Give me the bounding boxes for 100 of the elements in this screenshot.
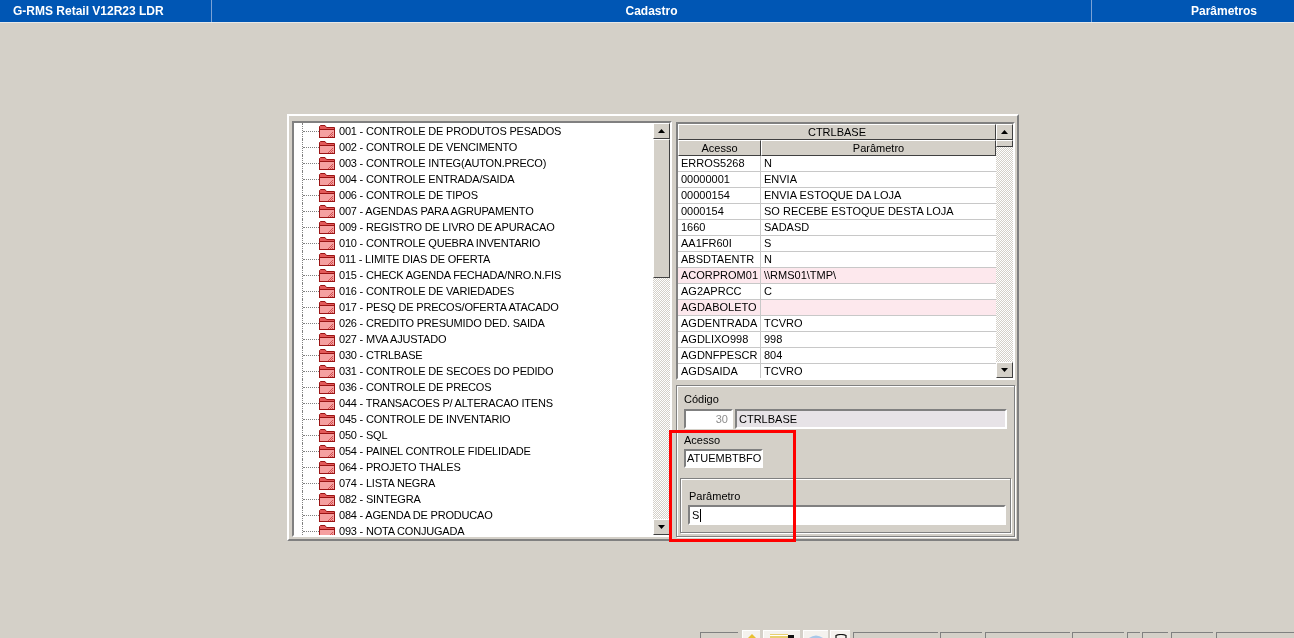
folder-icon bbox=[319, 124, 335, 138]
status-panel bbox=[940, 632, 982, 638]
table-cell-text: \\RMS01\TMP\ bbox=[764, 268, 837, 284]
table-row[interactable]: AGDNFPESCR 804 bbox=[678, 348, 996, 364]
input-field[interactable]: ATUEMBTBFO bbox=[684, 449, 763, 468]
table-row[interactable]: ACORPROM01 \\RMS01\TMP\ bbox=[678, 268, 996, 284]
table-cell-text: ABSDTAENTR bbox=[681, 252, 755, 268]
folder-icon bbox=[319, 492, 335, 506]
tree-item[interactable]: 027 - MVA AJUSTADO bbox=[338, 332, 448, 346]
tree-item[interactable]: 082 - SINTEGRA bbox=[338, 492, 422, 506]
tree-item[interactable]: 002 - CONTROLE DE VENCIMENTO bbox=[338, 140, 519, 154]
table-cell-text: N bbox=[764, 252, 772, 268]
folder-icon bbox=[319, 524, 335, 535]
table-cell-text: AGDSAIDA bbox=[681, 364, 738, 378]
field-label: Acesso bbox=[684, 433, 722, 447]
tree-item[interactable]: 017 - PESQ DE PRECOS/OFERTA ATACADO bbox=[338, 300, 560, 314]
table-cell-text: ENVIA bbox=[764, 172, 797, 188]
table-cell-text: AGDLIXO998 bbox=[681, 332, 749, 348]
folder-icon bbox=[319, 428, 335, 442]
folder-icon bbox=[319, 268, 335, 282]
table-row[interactable]: AGDENTRADA TCVRO bbox=[678, 316, 996, 332]
scroll-down-button[interactable] bbox=[996, 362, 1013, 378]
tree-item[interactable]: 016 - CONTROLE DE VARIEDADES bbox=[338, 284, 516, 298]
table-cell-text: ERROS5268 bbox=[681, 156, 745, 172]
table-row[interactable]: AGDABOLETO bbox=[678, 300, 996, 316]
toolbar-button[interactable] bbox=[830, 630, 850, 638]
folder-icon bbox=[319, 348, 335, 362]
input-field[interactable]: S bbox=[688, 505, 1006, 525]
table-cell-text: 1660 bbox=[681, 220, 706, 236]
status-panel bbox=[1072, 632, 1124, 638]
table-cell-text: ENVIA ESTOQUE DA LOJA bbox=[764, 188, 902, 204]
caret-up-icon bbox=[658, 129, 665, 133]
scroll-up-button[interactable] bbox=[996, 124, 1013, 140]
table-row[interactable]: 1660 SADASD bbox=[678, 220, 996, 236]
tree-item[interactable]: 084 - AGENDA DE PRODUCAO bbox=[338, 508, 494, 522]
tree-item[interactable]: 036 - CONTROLE DE PRECOS bbox=[338, 380, 493, 394]
toolbar-button[interactable] bbox=[763, 630, 800, 638]
tree-item[interactable]: 001 - CONTROLE DE PRODUTOS PESADOS bbox=[338, 124, 563, 138]
tree-item[interactable]: 003 - CONTROLE INTEG(AUTON.PRECO) bbox=[338, 156, 548, 170]
status-panel bbox=[700, 632, 738, 638]
table-row[interactable]: AGDSAIDA TCVRO bbox=[678, 364, 996, 378]
table-row[interactable]: 00000154 ENVIA ESTOQUE DA LOJA bbox=[678, 188, 996, 204]
tree-item[interactable]: 044 - TRANSACOES P/ ALTERACAO ITENS bbox=[338, 396, 554, 410]
folder-icon bbox=[319, 300, 335, 314]
folder-icon bbox=[319, 364, 335, 378]
tree-item[interactable]: 026 - CREDITO PRESUMIDO DED. SAIDA bbox=[338, 316, 546, 330]
tree-item[interactable]: 009 - REGISTRO DE LIVRO DE APURACAO bbox=[338, 220, 556, 234]
table-cell-text: SO RECEBE ESTOQUE DESTA LOJA bbox=[764, 204, 954, 220]
folder-icon bbox=[319, 140, 335, 154]
folder-icon bbox=[319, 460, 335, 474]
tree-item[interactable]: 031 - CONTROLE DE SECOES DO PEDIDO bbox=[338, 364, 555, 378]
table-row[interactable]: 00000001 ENVIA bbox=[678, 172, 996, 188]
column-header[interactable]: Parâmetro bbox=[761, 140, 996, 156]
tree-item[interactable]: 007 - AGENDAS PARA AGRUPAMENTO bbox=[338, 204, 535, 218]
tree-item[interactable]: 030 - CTRLBASE bbox=[338, 348, 424, 362]
table-cell-text: N bbox=[764, 156, 772, 172]
table-row[interactable]: 0000154 SO RECEBE ESTOQUE DESTA LOJA bbox=[678, 204, 996, 220]
column-header[interactable]: Acesso bbox=[678, 140, 761, 156]
table-cell-text: 998 bbox=[764, 332, 783, 348]
tree-item[interactable]: 054 - PAINEL CONTROLE FIDELIDADE bbox=[338, 444, 532, 458]
folder-icon bbox=[319, 412, 335, 426]
table-cell-text: TCVRO bbox=[764, 316, 803, 332]
tree-item[interactable]: 015 - CHECK AGENDA FECHADA/NRO.N.FIS bbox=[338, 268, 563, 282]
table-cell-text: AGDNFPESCR bbox=[681, 348, 758, 364]
tree-item[interactable]: 004 - CONTROLE ENTRADA/SAIDA bbox=[338, 172, 516, 186]
tree-item[interactable]: 045 - CONTROLE DE INVENTARIO bbox=[338, 412, 512, 426]
tree-item[interactable]: 010 - CONTROLE QUEBRA INVENTARIO bbox=[338, 236, 542, 250]
caret-down-icon bbox=[1001, 368, 1008, 372]
folder-icon bbox=[319, 380, 335, 394]
table-cell-text: ACORPROM01 bbox=[681, 268, 759, 284]
folder-icon bbox=[319, 156, 335, 170]
table-row[interactable]: AG2APRCC C bbox=[678, 284, 996, 300]
table-row[interactable]: ABSDTAENTR N bbox=[678, 252, 996, 268]
folder-icon bbox=[319, 332, 335, 346]
folder-icon bbox=[770, 634, 794, 638]
folder-icon bbox=[319, 252, 335, 266]
table-cell-text: 804 bbox=[764, 348, 783, 364]
tree-item[interactable]: 011 - LIMITE DIAS DE OFERTA bbox=[338, 252, 492, 266]
tree-item[interactable]: 074 - LISTA NEGRA bbox=[338, 476, 437, 490]
field-label: Parâmetro bbox=[688, 489, 742, 503]
tree-item[interactable]: 006 - CONTROLE DE TIPOS bbox=[338, 188, 479, 202]
scrollbar-thumb[interactable] bbox=[996, 140, 1013, 147]
tree-item[interactable]: 093 - NOTA CONJUGADA bbox=[338, 524, 466, 535]
scroll-up-button[interactable] bbox=[653, 123, 670, 139]
table-cell-text: AGDABOLETO bbox=[681, 300, 757, 316]
printer-icon bbox=[833, 634, 848, 638]
folder-icon bbox=[319, 172, 335, 186]
table-cell-text: 00000001 bbox=[681, 172, 730, 188]
tree-item[interactable]: 050 - SQL bbox=[338, 428, 389, 442]
field-label: Código bbox=[684, 392, 720, 406]
text-cursor-icon bbox=[700, 508, 702, 522]
folder-icon bbox=[319, 396, 335, 410]
table-row[interactable]: ERROS5268 N bbox=[678, 156, 996, 172]
scrollbar-thumb[interactable] bbox=[653, 139, 670, 278]
caret-down-icon bbox=[658, 525, 665, 529]
table-row[interactable]: AGDLIXO998 998 bbox=[678, 332, 996, 348]
tree-item[interactable]: 064 - PROJETO THALES bbox=[338, 460, 462, 474]
status-panel bbox=[1142, 632, 1168, 638]
table-row[interactable]: AA1FR60I S bbox=[678, 236, 996, 252]
table-cell-text: S bbox=[764, 236, 772, 252]
